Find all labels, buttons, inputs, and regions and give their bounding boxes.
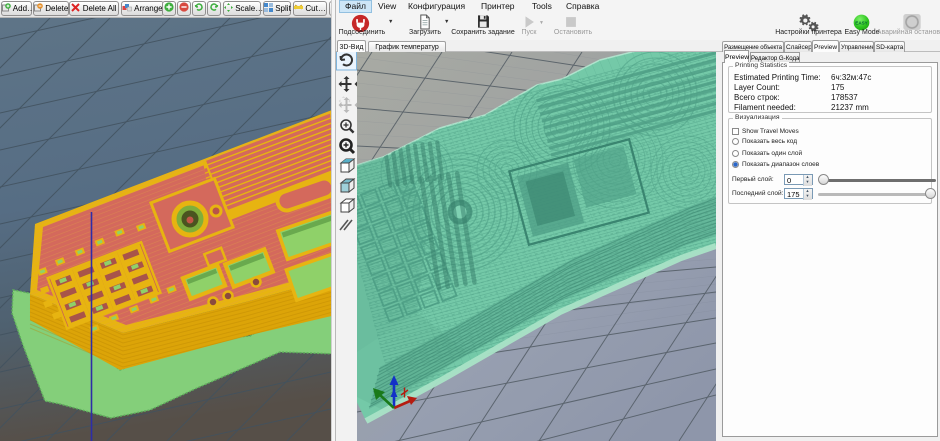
svg-text:EASY: EASY [855, 20, 867, 25]
